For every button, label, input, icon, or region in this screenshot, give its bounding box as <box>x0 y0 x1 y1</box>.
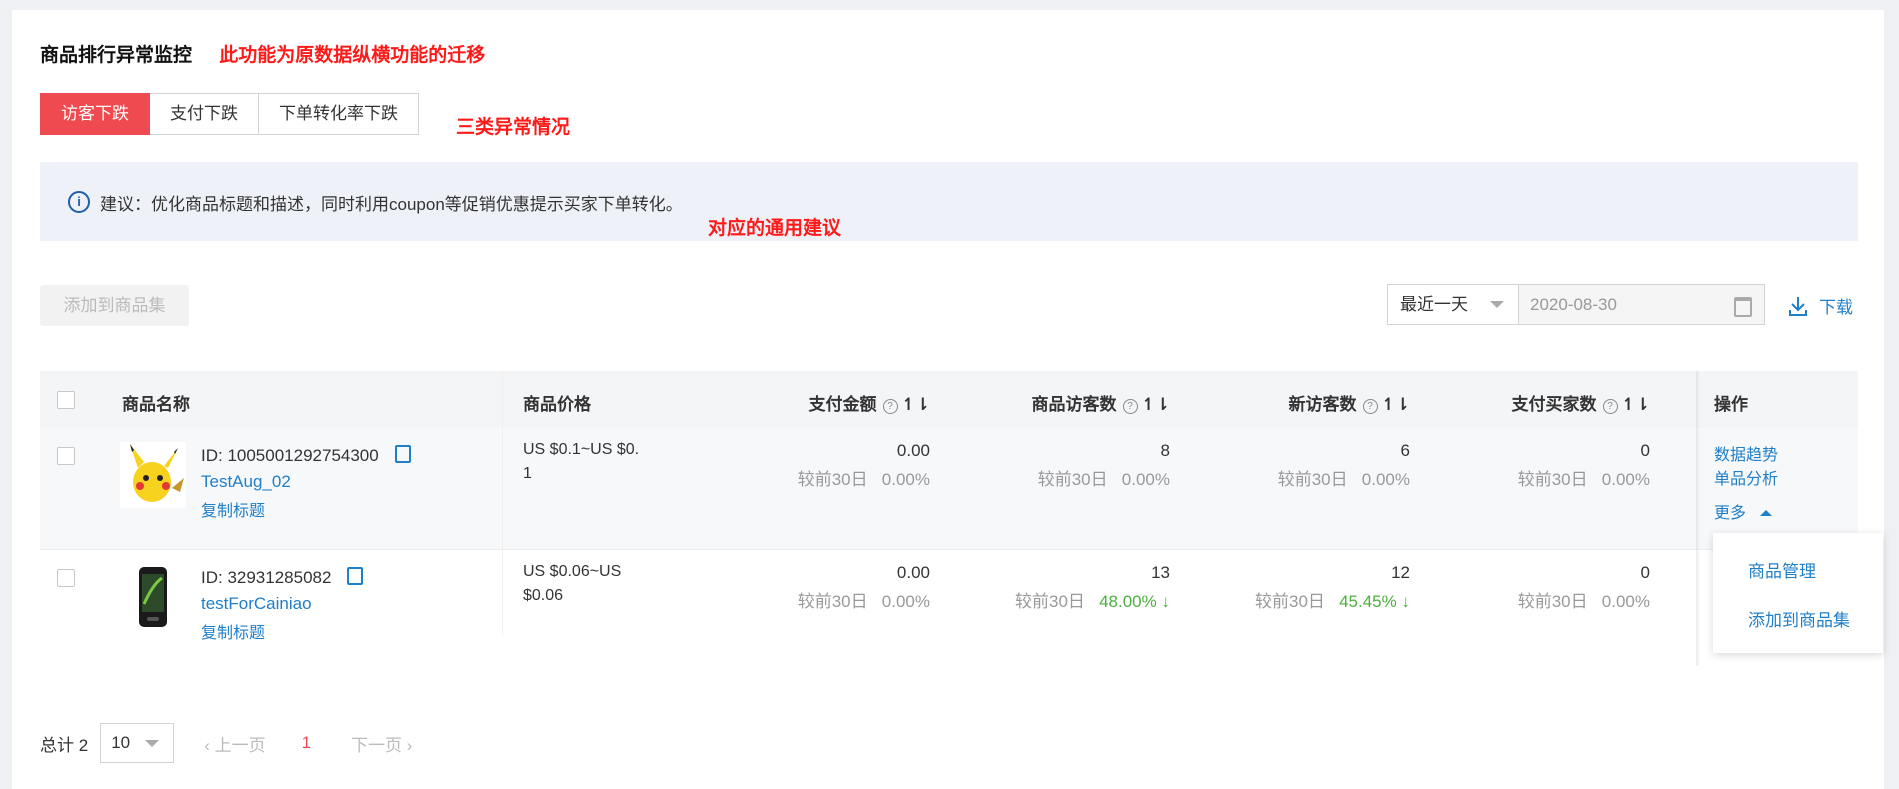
copy-icon[interactable] <box>347 567 364 585</box>
help-icon: ? <box>882 399 898 414</box>
more-actions-toggle[interactable]: 更多 <box>1714 499 1773 523</box>
date-field[interactable]: 2020-08-30 <box>1519 284 1765 325</box>
copy-title-link[interactable]: 复制标题 <box>201 497 265 521</box>
annotation-migration-note: 此功能为原数据纵横功能的迁移 <box>219 45 486 66</box>
add-to-collection-button[interactable]: 添加到商品集 <box>40 285 189 326</box>
product-id: ID: 1005001292754300 <box>201 445 411 466</box>
visitors-compare: 较前30日 0.00% <box>1037 470 1170 489</box>
buyers-compare: 较前30日 0.00% <box>1517 470 1650 489</box>
pay-amount-compare: 较前30日 0.00% <box>797 470 930 489</box>
current-page[interactable]: 1 <box>302 733 311 753</box>
product-id: ID: 32931285082 <box>201 567 364 588</box>
new-visitors-compare: 较前30日 0.00% <box>1277 470 1410 489</box>
pay-amount-compare: 较前30日 0.00% <box>797 592 930 611</box>
total-count: 总计 2 <box>40 735 89 755</box>
new-visitors-value: 12 <box>1391 563 1410 582</box>
period-select[interactable]: 最近一天 <box>1387 284 1519 325</box>
more-actions-menu: 商品管理 添加到商品集 <box>1713 533 1883 653</box>
sort-icon: ↿⇂ <box>1621 395 1651 414</box>
product-thumbnail[interactable] <box>120 442 186 508</box>
chevron-right-icon: › <box>402 735 413 755</box>
anomaly-tabs: 访客下跌 支付下跌 下单转化率下跌 <box>40 93 419 135</box>
buyers-compare: 较前30日 0.00% <box>1517 592 1650 611</box>
price-line-2: 1 <box>523 465 532 482</box>
row-checkbox[interactable] <box>57 447 75 465</box>
help-icon: ? <box>1602 399 1618 414</box>
page-size-select[interactable]: 10 <box>100 723 175 763</box>
tab-visitor-drop[interactable]: 访客下跌 <box>40 93 150 135</box>
buyers-value: 0 <box>1640 563 1650 582</box>
price-line-1: US $0.06~US <box>523 563 622 580</box>
price-line-1: US $0.1~US $0. <box>523 441 640 458</box>
visitors-value: 8 <box>1160 441 1170 460</box>
new-visitors-value: 6 <box>1400 441 1410 460</box>
chevron-down-icon <box>1490 301 1504 308</box>
tab-payment-drop[interactable]: 支付下跌 <box>150 93 259 135</box>
table-header: 商品名称 商品价格 支付金额? ↿⇂ 商品访客数? ↿⇂ 新访客数? ↿⇂ 支付买家数… <box>40 371 1858 428</box>
pay-amount-value: 0.00 <box>896 563 930 582</box>
new-visitors-compare: 较前30日 45.45% ↓ <box>1255 592 1410 611</box>
pagination: 总计 2 10 ‹ 上一页 1 下一页 › <box>40 723 412 763</box>
data-trend-link[interactable]: 数据趋势 <box>1714 441 1778 465</box>
advice-text: 建议：优化商品标题和描述，同时利用coupon等促销优惠提示买家下单转化。 <box>100 195 683 214</box>
download-button[interactable]: 下载 <box>1787 293 1853 318</box>
sort-icon: ↿⇂ <box>1381 395 1411 414</box>
column-divider <box>502 371 503 635</box>
product-thumbnail[interactable] <box>120 564 186 630</box>
arrow-down-icon: ↓ <box>1156 592 1170 611</box>
sort-icon: ↿⇂ <box>1141 395 1171 414</box>
copy-title-link[interactable]: 复制标题 <box>201 619 265 643</box>
copy-icon[interactable] <box>394 445 411 463</box>
col-name-header: 商品名称 <box>122 395 190 414</box>
next-page-button[interactable]: 下一页 › <box>351 731 412 756</box>
chevron-up-icon <box>1760 510 1773 516</box>
pay-amount-value: 0.00 <box>896 441 930 460</box>
price-line-2: $0.06 <box>523 587 564 604</box>
info-icon: i <box>68 191 90 213</box>
help-icon: ? <box>1362 399 1378 414</box>
item-analysis-link[interactable]: 单品分析 <box>1714 465 1778 489</box>
visitors-value: 13 <box>1151 563 1170 582</box>
arrow-down-icon: ↓ <box>1396 592 1410 611</box>
product-name-link[interactable]: TestAug_02 <box>201 472 291 492</box>
product-name-link[interactable]: testForCainiao <box>201 594 312 614</box>
product-table: 商品名称 商品价格 支付金额? ↿⇂ 商品访客数? ↿⇂ 新访客数? ↿⇂ 支付买家数… <box>40 371 1858 669</box>
col-buyers-header[interactable]: 支付买家数? ↿⇂ <box>1420 390 1650 415</box>
select-all-checkbox[interactable] <box>57 391 75 409</box>
fixed-column-shadow <box>1696 371 1700 666</box>
menu-item-product-management[interactable]: 商品管理 <box>1748 557 1816 582</box>
chevron-left-icon: ‹ <box>204 735 215 755</box>
calendar-icon[interactable] <box>1734 297 1752 317</box>
col-actions-header: 操作 <box>1714 395 1748 414</box>
help-icon: ? <box>1122 399 1138 414</box>
menu-item-add-to-collection[interactable]: 添加到商品集 <box>1748 606 1850 631</box>
col-visitors-header[interactable]: 商品访客数? ↿⇂ <box>940 390 1170 415</box>
row-checkbox[interactable] <box>57 569 75 587</box>
prev-page-button[interactable]: ‹ 上一页 <box>204 731 265 756</box>
col-pay-amount-header[interactable]: 支付金额? ↿⇂ <box>740 390 930 415</box>
annotation-advice: 对应的通用建议 <box>708 218 842 239</box>
annotation-three-types: 三类异常情况 <box>456 117 571 138</box>
buyers-value: 0 <box>1640 441 1650 460</box>
col-new-visitors-header[interactable]: 新访客数? ↿⇂ <box>1180 390 1410 415</box>
advice-banner: i 建议：优化商品标题和描述，同时利用coupon等促销优惠提示买家下单转化。 <box>40 162 1858 241</box>
table-row: ID: 1005001292754300 TestAug_02 复制标题 US … <box>40 428 1858 550</box>
tab-conversion-drop[interactable]: 下单转化率下跌 <box>259 93 419 135</box>
visitors-compare: 较前30日 48.00% ↓ <box>1015 592 1170 611</box>
col-price-header: 商品价格 <box>523 395 591 414</box>
table-row: ID: 32931285082 testForCainiao 复制标题 US $… <box>40 550 1858 669</box>
sort-icon: ↿⇂ <box>901 395 931 414</box>
chevron-down-icon <box>145 740 160 747</box>
download-icon <box>1789 296 1807 316</box>
page-title: 商品排行异常监控 此功能为原数据纵横功能的迁移 <box>40 45 486 66</box>
